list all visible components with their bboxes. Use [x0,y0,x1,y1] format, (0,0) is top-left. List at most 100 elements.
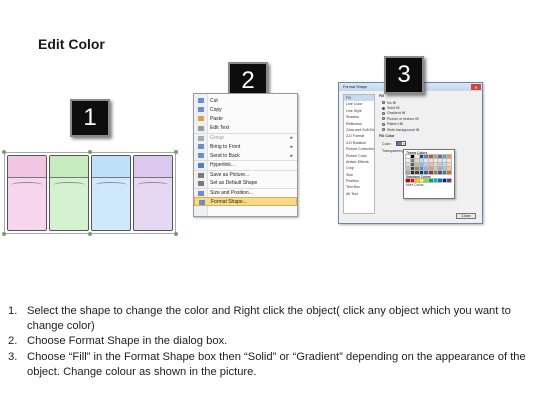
selection-handle[interactable] [2,232,6,236]
context-menu-item[interactable]: Send to Back ▸ [194,151,297,160]
color-swatch[interactable] [427,153,434,160]
color-swatch[interactable] [414,158,421,164]
color-swatch[interactable] [423,158,430,164]
color-swatch[interactable] [441,177,448,183]
color-swatch[interactable] [432,153,439,160]
color-swatch[interactable] [405,177,411,183]
color-swatch[interactable] [432,169,439,175]
color-swatch[interactable] [414,177,421,183]
selection-handle[interactable] [2,150,6,154]
selection-handle[interactable] [88,150,92,154]
color-swatch[interactable] [405,153,411,160]
color-swatch[interactable] [405,161,411,168]
color-swatch[interactable] [437,177,444,183]
shape-green[interactable] [49,155,89,231]
context-menu-item[interactable]: Paste [194,114,297,123]
color-swatch[interactable] [405,158,411,164]
radio-icon[interactable] [382,128,385,132]
color-swatch[interactable] [427,177,434,183]
color-swatch[interactable] [427,169,434,175]
color-swatch[interactable] [405,165,411,171]
close-button[interactable]: Close [456,213,476,219]
dialog-sidebar-item[interactable]: Alt Text [344,191,374,197]
color-swatch[interactable] [418,169,425,175]
selection-handle[interactable] [88,232,92,236]
color-swatch[interactable] [418,161,425,168]
dialog-sidebar-item[interactable]: Picture Corrections [344,146,374,152]
shape-purple[interactable] [133,155,173,231]
color-swatch[interactable] [446,169,453,175]
color-swatch[interactable] [446,165,453,171]
color-swatch[interactable] [414,165,421,171]
color-swatch[interactable] [446,177,453,183]
color-swatch[interactable] [409,169,416,175]
context-menu-item[interactable]: Group ▸ [194,132,297,142]
color-swatch[interactable] [432,165,439,171]
color-swatch[interactable] [437,161,444,168]
color-swatch[interactable] [441,153,448,160]
color-swatch[interactable] [423,161,430,168]
radio-icon[interactable] [382,122,385,126]
menu-item-label: Hyperlink... [210,162,236,169]
color-swatch[interactable] [441,158,448,164]
radio-icon[interactable] [382,111,385,115]
color-swatch[interactable] [409,158,416,164]
color-swatch[interactable] [446,161,453,168]
color-swatch[interactable] [432,177,439,183]
color-swatch[interactable] [423,165,430,171]
color-swatch[interactable] [409,161,416,168]
color-swatch[interactable] [437,158,444,164]
color-swatch[interactable] [437,169,444,175]
color-swatch[interactable] [414,161,421,168]
close-icon[interactable]: ✕ [471,84,481,90]
context-menu-item[interactable]: Cut [194,96,297,105]
color-swatch[interactable] [427,158,434,164]
color-swatch[interactable] [423,177,430,183]
instructions-list: 1. Select the shape to change the color a… [8,304,548,380]
color-swatch[interactable] [418,158,425,164]
color-swatch[interactable] [432,158,439,164]
color-swatch[interactable] [423,153,430,160]
color-swatch[interactable] [409,177,416,183]
radio-icon[interactable] [382,117,385,121]
color-swatch[interactable] [414,169,421,175]
radio-icon[interactable] [382,106,385,110]
color-swatch[interactable] [441,169,448,175]
shape-group[interactable] [4,152,176,234]
color-swatch[interactable] [409,153,416,160]
color-swatch[interactable] [418,153,425,160]
context-menu-item[interactable]: Size and Position... [194,187,297,197]
color-swatch[interactable] [446,158,453,164]
color-swatch[interactable] [423,169,430,175]
color-swatch[interactable] [437,165,444,171]
color-picker-button[interactable]: ▾ [395,141,406,147]
color-swatch[interactable] [418,177,425,183]
context-menu-item[interactable]: Set as Default Shape [194,179,297,188]
selection-handle[interactable] [174,232,178,236]
format-shape-dialog: Format Shape ✕ Fill Line Color Line Style S… [338,82,483,224]
color-swatch[interactable] [427,165,434,171]
fill-option[interactable]: Slide background fill [379,127,479,132]
context-menu-item[interactable]: Copy [194,105,297,114]
color-swatch[interactable] [446,153,453,160]
color-swatch[interactable] [441,165,448,171]
color-swatch[interactable] [405,169,411,175]
color-swatch[interactable] [418,165,425,171]
color-swatch[interactable] [441,161,448,168]
color-swatch[interactable] [409,165,416,171]
color-swatch[interactable] [414,153,421,160]
selection-handle[interactable] [174,150,178,154]
context-menu-item[interactable]: Format Shape... [194,197,297,207]
more-colors-item[interactable]: More Colors... [406,183,452,187]
shape-blue[interactable] [91,155,131,231]
context-menu-item[interactable]: Edit Text [194,124,297,133]
color-swatch[interactable] [432,161,439,168]
color-swatch[interactable] [437,153,444,160]
shape-pink[interactable] [7,155,47,231]
context-menu-item[interactable]: Bring to Front ▸ [194,142,297,151]
context-menu-item[interactable]: Save as Picture... [194,169,297,179]
menu-item-label: Paste [210,115,223,122]
context-menu-item[interactable]: Hyperlink... [194,160,297,169]
radio-icon[interactable] [382,101,385,105]
color-swatch[interactable] [427,161,434,168]
